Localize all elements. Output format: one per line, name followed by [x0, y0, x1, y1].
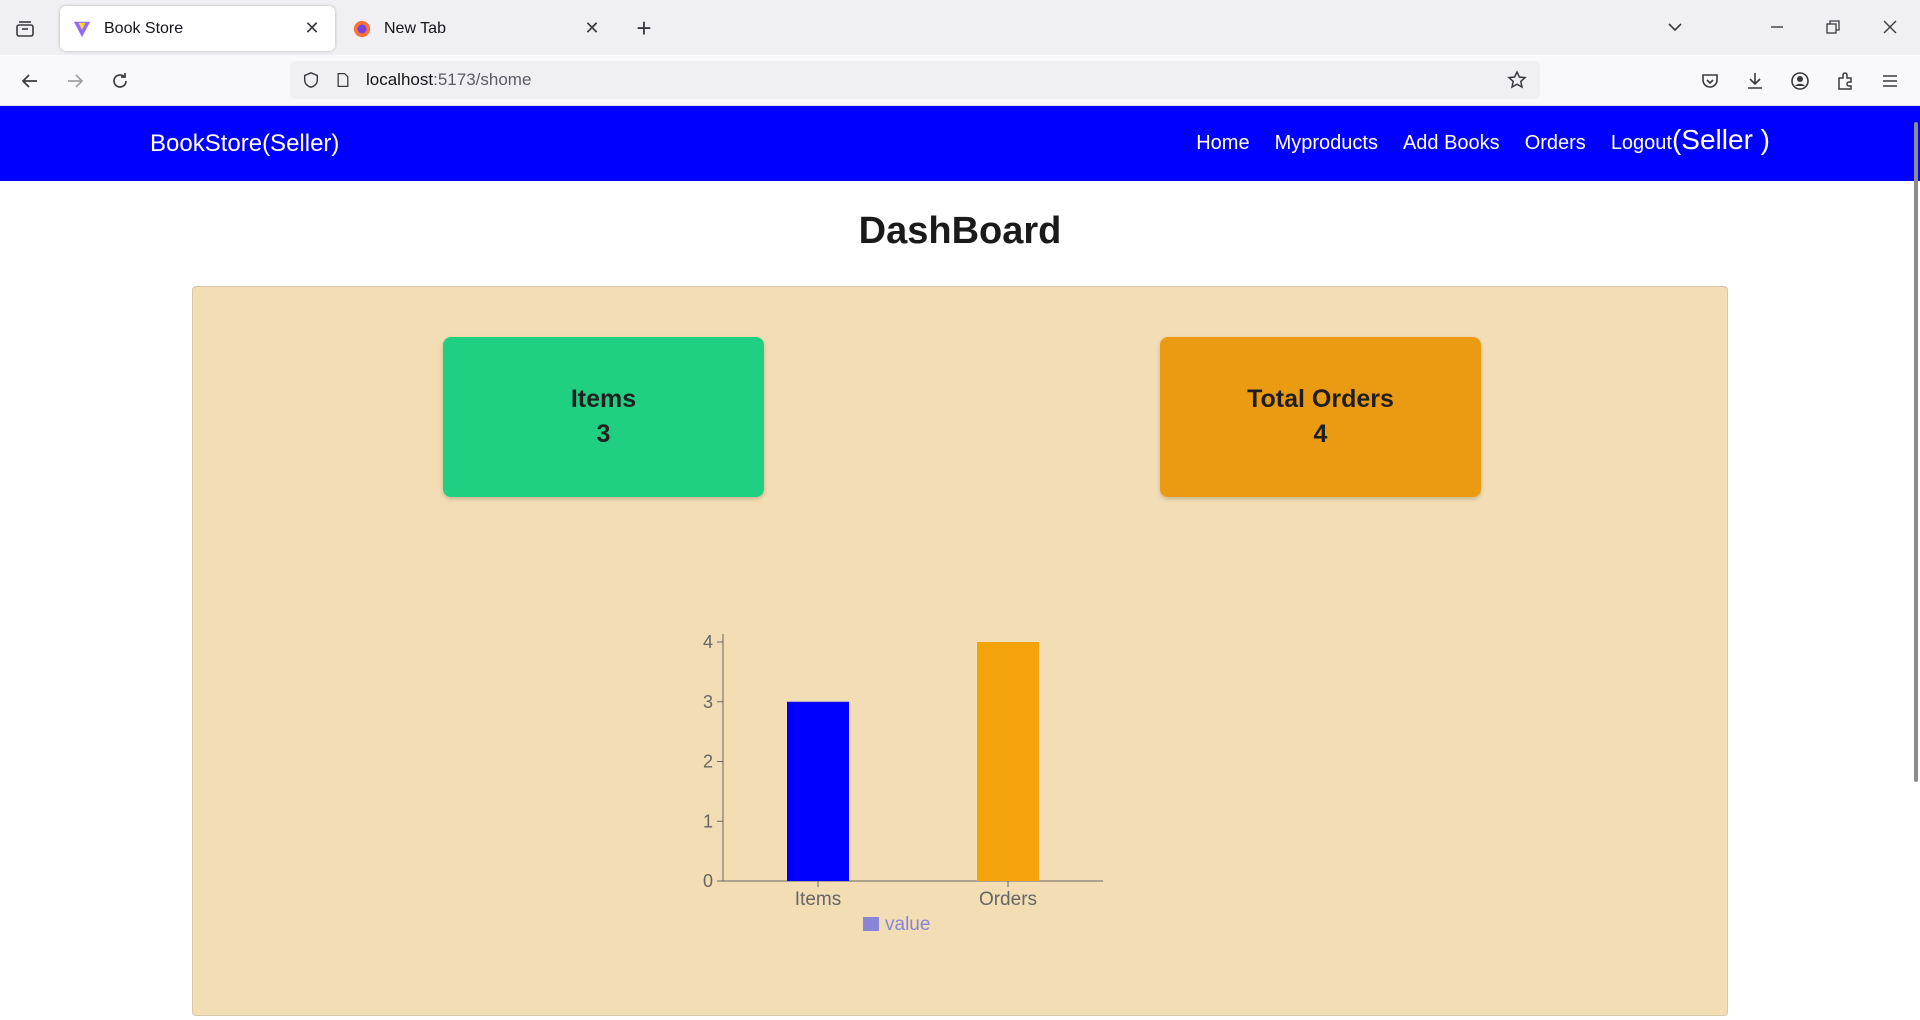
nav-add-books[interactable]: Add Books: [1403, 132, 1500, 155]
tab-list-icon[interactable]: [12, 16, 38, 42]
bar-items: [787, 701, 849, 881]
page-title: DashBoard: [858, 210, 1062, 252]
orders-card: Total Orders 4: [1160, 337, 1481, 497]
browser-nav-bar: localhost:5173/shome: [0, 55, 1920, 106]
browser-tab-bar: Book Store ✕ New Tab ✕ +: [0, 0, 1920, 55]
tab-title: Book Store: [104, 19, 184, 37]
bookmark-star-icon[interactable]: [1504, 67, 1530, 93]
url-text: localhost:5173/shome: [366, 70, 531, 90]
forward-arrow-icon[interactable]: [60, 66, 90, 96]
nav-myproducts[interactable]: Myproducts: [1275, 132, 1378, 155]
app-nav: Home Myproducts Add Books Orders Logout …: [1171, 124, 1770, 156]
brand-title[interactable]: BookStore(Seller): [150, 130, 339, 158]
minimize-icon[interactable]: [1762, 12, 1792, 42]
extensions-icon[interactable]: [1830, 66, 1860, 96]
tab-book-store[interactable]: Book Store ✕: [60, 6, 335, 51]
app-header: BookStore(Seller) Home Myproducts Add Bo…: [0, 106, 1920, 181]
close-tab-icon[interactable]: ✕: [301, 18, 323, 40]
bar-chart-svg: 0 1 2 3 4 Items Orders value: [703, 632, 1103, 935]
list-all-tabs-icon[interactable]: [1660, 12, 1690, 42]
new-tab-button[interactable]: +: [630, 13, 658, 43]
reload-icon[interactable]: [105, 66, 135, 96]
vite-logo-icon: [72, 19, 92, 39]
menu-icon[interactable]: [1875, 66, 1905, 96]
tab-new-tab[interactable]: New Tab ✕: [340, 6, 615, 51]
items-card-label: Items: [570, 385, 637, 413]
pocket-icon[interactable]: [1695, 66, 1725, 96]
tab-title: New Tab: [384, 19, 446, 37]
nav-logout[interactable]: Logout: [1611, 132, 1672, 155]
nav-orders[interactable]: Orders: [1525, 132, 1586, 155]
restore-icon[interactable]: [1818, 12, 1848, 42]
nav-home[interactable]: Home: [1196, 132, 1249, 155]
dashboard-panel: Items 3 Total Orders 4 0 1 2 3 4 Items Orders v…: [192, 286, 1728, 1016]
firefox-logo-icon: [352, 19, 372, 39]
back-arrow-icon[interactable]: [15, 66, 45, 96]
close-tab-icon[interactable]: ✕: [581, 18, 603, 40]
legend-swatch: [863, 917, 879, 931]
close-window-icon[interactable]: [1875, 12, 1905, 42]
orders-card-value: 4: [1313, 420, 1328, 448]
y-tick-label: 2: [703, 752, 713, 772]
account-icon[interactable]: [1785, 66, 1815, 96]
page-icon[interactable]: [330, 67, 356, 93]
url-host: localhost: [366, 70, 434, 89]
user-role-label: (Seller ): [1671, 124, 1770, 155]
bar-orders: [977, 642, 1039, 881]
legend-label: value: [885, 914, 930, 935]
download-icon[interactable]: [1740, 66, 1770, 96]
bar-chart: 0 1 2 3 4 Items Orders value: [673, 617, 1113, 1017]
orders-card-label: Total Orders: [1247, 385, 1394, 413]
url-path: :5173/shome: [433, 70, 532, 89]
items-card-value: 3: [596, 420, 611, 448]
y-tick-label: 4: [703, 632, 713, 652]
y-tick-label: 1: [703, 811, 713, 831]
page-content: BookStore(Seller) Home Myproducts Add Bo…: [0, 106, 1920, 1020]
shield-icon[interactable]: [298, 67, 324, 93]
y-tick-label: 0: [703, 871, 713, 891]
items-card: Items 3: [443, 337, 764, 497]
y-tick-label: 3: [703, 692, 713, 712]
x-tick-label: Items: [795, 889, 841, 910]
address-bar[interactable]: localhost:5173/shome: [290, 61, 1540, 99]
x-tick-label: Orders: [979, 889, 1037, 910]
